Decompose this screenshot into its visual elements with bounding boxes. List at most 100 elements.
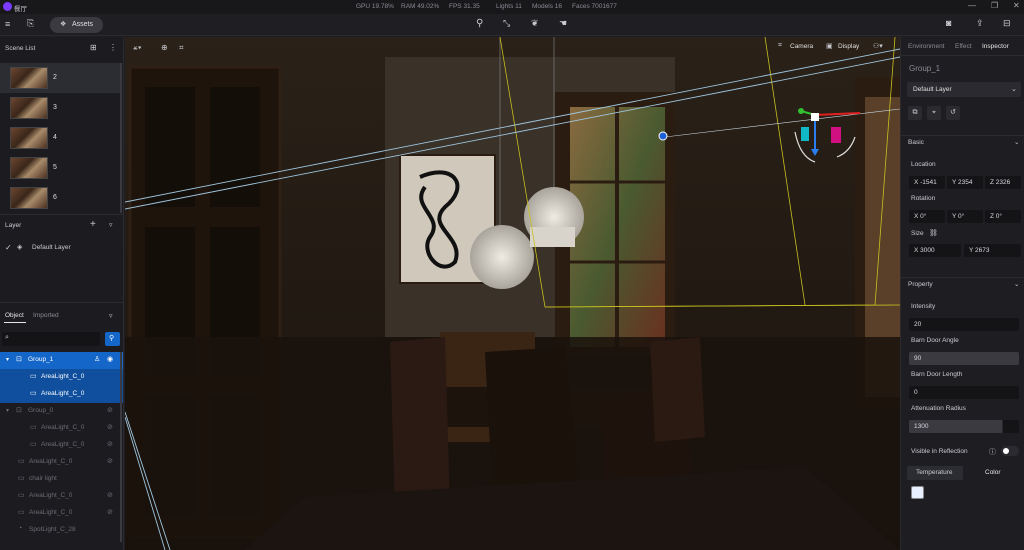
lock-icon[interactable]: ♙: [94, 355, 100, 363]
search-input[interactable]: ⌕: [2, 332, 100, 346]
copy-icon[interactable]: ⧉: [908, 106, 922, 120]
visible-in-reflection-toggle[interactable]: [1001, 446, 1019, 456]
transform-gizmo-icon[interactable]: ⚹▾: [133, 43, 142, 53]
scene-item[interactable]: 3: [0, 93, 120, 123]
hidden-eye-icon[interactable]: ⊘: [107, 457, 113, 465]
divider: [0, 214, 124, 215]
light-bulb-icon[interactable]: ⚲: [476, 18, 483, 29]
chevron-down-icon: ⌄: [1014, 139, 1020, 146]
scene-number: 6: [53, 194, 57, 201]
scene-item[interactable]: 6: [0, 183, 120, 213]
left-panel: Scene List ⊞ ⋮ 2 3 4 5 6 Layer + ▿ ✓ ◈ D…: [0, 37, 124, 550]
scene-item[interactable]: 4: [0, 123, 120, 153]
scene-item[interactable]: 2: [0, 63, 120, 93]
hidden-eye-icon[interactable]: ⊘: [107, 440, 113, 448]
leaf-icon[interactable]: ❦: [531, 18, 539, 29]
help-icon[interactable]: ⓘ: [989, 447, 996, 457]
hidden-eye-icon[interactable]: ⊘: [107, 423, 113, 431]
rotation-x-field[interactable]: X 0°: [909, 210, 945, 223]
tree-row-label: AreaLight_C_0: [41, 373, 85, 380]
focus-icon[interactable]: ⌖: [927, 106, 941, 120]
size-y-field[interactable]: Y 2673: [964, 244, 1021, 257]
filter-icon[interactable]: ▿: [109, 312, 113, 320]
tree-row[interactable]: ▭ AreaLight_C_0 ⊘: [0, 488, 123, 505]
scene-thumbnail: [10, 187, 48, 209]
tree-row[interactable]: ▭ AreaLight_C_0: [0, 386, 123, 403]
app-title: 餐厅: [14, 6, 27, 13]
color-swatch[interactable]: [911, 486, 924, 499]
add-layer-icon[interactable]: +: [90, 219, 96, 230]
menu-icon[interactable]: ≡: [5, 19, 10, 29]
light-filter-button[interactable]: ⚲: [105, 332, 120, 346]
tree-row[interactable]: ▭ AreaLight_C_0 ⊘: [0, 454, 123, 471]
layers-icon: ◈: [17, 244, 23, 251]
size-x-field[interactable]: X 3000: [909, 244, 961, 257]
3d-viewport[interactable]: ⚹▾ ⊕ ⌗ ⌗ Camera ▣ Display ⚇▾: [125, 37, 900, 550]
tree-row-group-1[interactable]: ▾ ⊡ Group_1 ♙ ◉: [0, 352, 123, 369]
tree-row[interactable]: ▭ AreaLight_C_0 ⊘: [0, 420, 123, 437]
tree-row[interactable]: ▭ chair light: [0, 471, 123, 488]
eye-icon[interactable]: ◉: [107, 355, 113, 363]
globe-icon[interactable]: ⊕: [161, 43, 168, 52]
tree-row[interactable]: ▭ AreaLight_C_0 ⊘: [0, 437, 123, 454]
inbox-icon[interactable]: ⊟: [1003, 18, 1011, 29]
rotation-y-field[interactable]: Y 0°: [947, 210, 983, 223]
scene-item[interactable]: 5: [0, 153, 120, 183]
location-y-field[interactable]: Y 2354: [947, 176, 983, 189]
tree-row-group-0[interactable]: ▾ ⊡ Group_0 ⊘: [0, 403, 123, 420]
scene-number: 2: [53, 74, 57, 81]
pointer-icon[interactable]: ☚: [559, 18, 567, 29]
expand-arrow-icon[interactable]: ▾: [6, 407, 9, 414]
layer-item[interactable]: ✓ ◈ Default Layer: [0, 241, 123, 255]
expand-arrow-icon[interactable]: ▾: [6, 356, 9, 363]
tab-environment[interactable]: Environment: [908, 43, 945, 50]
hidden-eye-icon[interactable]: ⊘: [107, 491, 113, 499]
assets-button[interactable]: ❖ Assets: [50, 17, 103, 33]
import-icon[interactable]: ⎘: [27, 18, 34, 29]
color-label: Color: [985, 469, 1001, 476]
unlink-icon[interactable]: ⛓: [929, 229, 938, 237]
attenuation-radius-field[interactable]: 1300: [909, 420, 1019, 433]
hidden-eye-icon[interactable]: ⊘: [107, 406, 113, 414]
tree-row-label: AreaLight_C_0: [29, 492, 73, 499]
tree-row-label: AreaLight_C_0: [29, 458, 73, 465]
location-z-field[interactable]: Z 2326: [985, 176, 1021, 189]
hidden-eye-icon[interactable]: ⊘: [107, 508, 113, 516]
reset-icon[interactable]: ↺: [946, 106, 960, 120]
more-icon[interactable]: ⋮: [109, 43, 117, 52]
tab-inspector[interactable]: Inspector: [982, 43, 1009, 50]
rotation-z-field[interactable]: Z 0°: [985, 210, 1021, 223]
barn-door-length-field[interactable]: 0: [909, 386, 1019, 399]
location-x-field[interactable]: X -1541: [909, 176, 945, 189]
layer-select-value: Default Layer: [913, 86, 952, 93]
property-title: Property: [908, 281, 933, 288]
export-icon[interactable]: ⇪: [976, 18, 984, 29]
minimize-icon[interactable]: —: [968, 1, 976, 10]
close-icon[interactable]: ✕: [1013, 1, 1020, 10]
tab-object[interactable]: Object: [5, 312, 24, 319]
basic-section-header[interactable]: Basic ⌄: [901, 135, 1024, 149]
node-connect-icon[interactable]: ⤡: [503, 18, 510, 29]
screenshot-camera-icon[interactable]: ◙: [946, 18, 951, 28]
tree-row[interactable]: ◔ SpotLight_C_28: [0, 522, 123, 539]
layer-select[interactable]: Default Layer ⌄: [907, 82, 1021, 97]
grid-snap-icon[interactable]: ⌗: [179, 43, 184, 53]
maximize-icon[interactable]: ❐: [991, 1, 998, 10]
filter-icon[interactable]: ▿: [109, 221, 113, 229]
attenuation-radius-label: Attenuation Radius: [911, 405, 966, 412]
barn-door-angle-field[interactable]: 90: [909, 352, 1019, 365]
tree-row[interactable]: ▭ AreaLight_C_0: [0, 369, 123, 386]
add-scene-icon[interactable]: ⊞: [90, 43, 97, 52]
intensity-field[interactable]: 20: [909, 318, 1019, 331]
tree-scrollbar[interactable]: [120, 352, 122, 542]
tab-temperature[interactable]: Temperature: [907, 466, 963, 480]
basic-title: Basic: [908, 139, 924, 146]
tab-color[interactable]: Color: [963, 466, 1021, 480]
scene-list-scrollbar[interactable]: [120, 63, 122, 213]
user-view-icon[interactable]: ⚇▾: [873, 42, 883, 50]
tab-effect[interactable]: Effect: [955, 43, 972, 50]
tab-imported[interactable]: Imported: [33, 312, 59, 319]
property-section-header[interactable]: Property ⌄: [901, 277, 1024, 291]
search-field[interactable]: [15, 334, 95, 344]
tree-row[interactable]: ▭ AreaLight_C_0 ⊘: [0, 505, 123, 522]
